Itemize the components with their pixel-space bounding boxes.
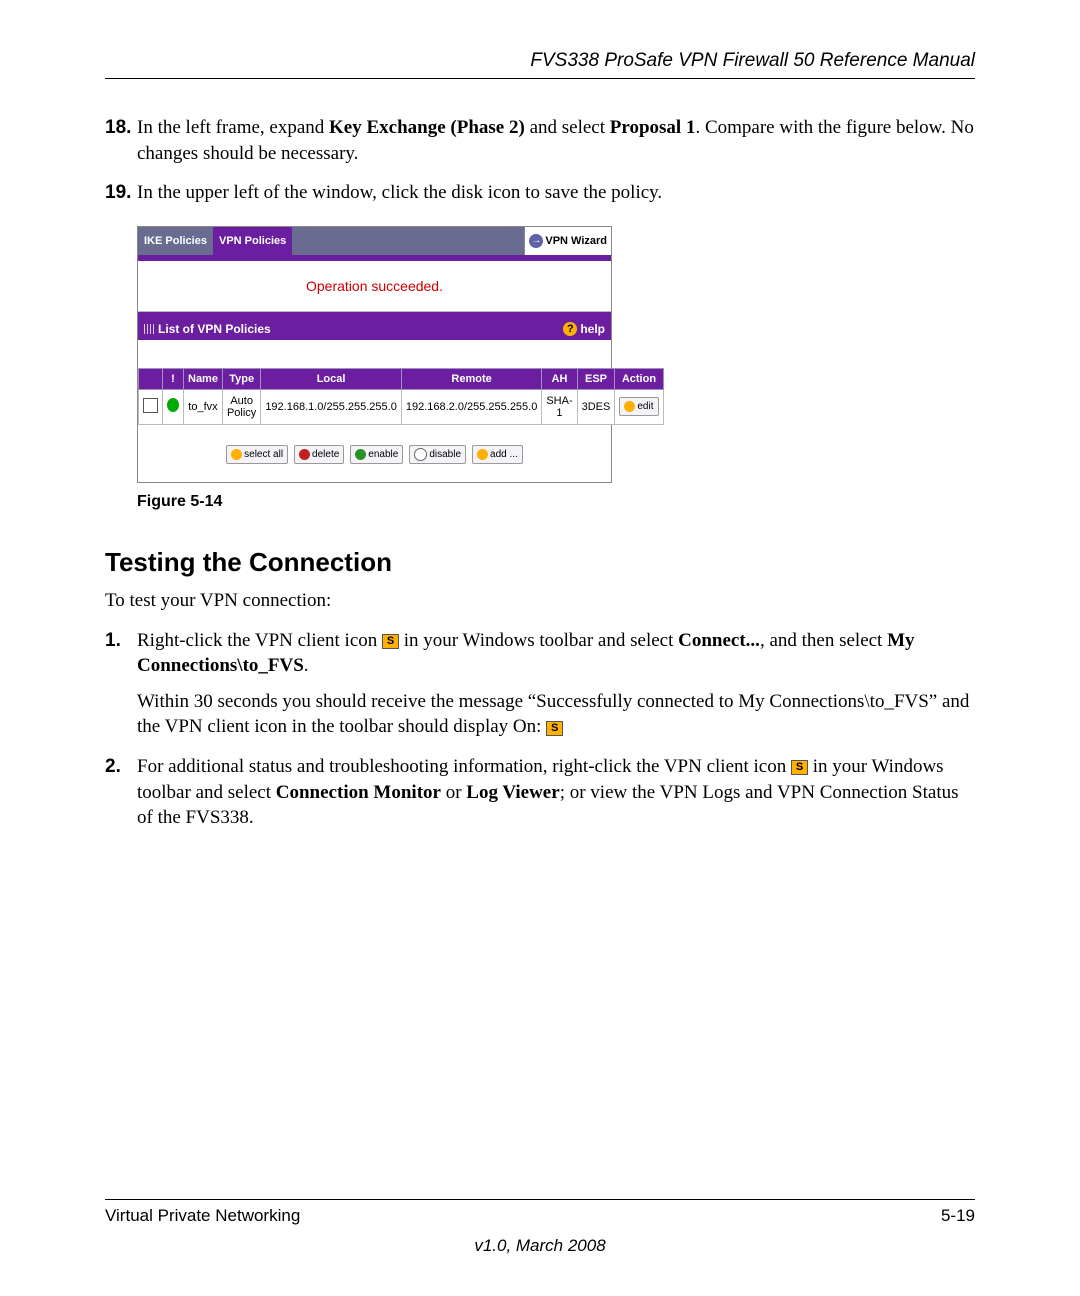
disable-button[interactable]: disable xyxy=(409,445,466,464)
tab-bar: IKE Policies VPN Policies → VPN Wizard xyxy=(138,227,611,255)
proc-1-mid2: , and then select xyxy=(760,630,887,651)
step-19-text: In the upper left of the window, click t… xyxy=(137,180,975,206)
col-action: Action xyxy=(615,368,663,389)
list-header: List of VPN Policies ? help xyxy=(138,318,611,340)
select-all-button[interactable]: select all xyxy=(226,445,288,464)
footer-left: Virtual Private Networking xyxy=(105,1206,300,1226)
proc-2-num: 2. xyxy=(105,754,137,831)
proc-1-num: 1. xyxy=(105,628,137,741)
status-bar: Operation succeeded. xyxy=(138,261,611,312)
proc-2-pre: For additional status and troubleshootin… xyxy=(137,756,791,777)
row-name: to_fvx xyxy=(184,389,223,424)
help-icon: ? xyxy=(563,322,577,336)
running-header: FVS338 ProSafe VPN Firewall 50 Reference… xyxy=(105,50,975,72)
footer-right: 5-19 xyxy=(941,1206,975,1226)
tab-ike-policies[interactable]: IKE Policies xyxy=(138,227,213,255)
col-type: Type xyxy=(222,368,260,389)
proc-2-or: or xyxy=(441,782,466,803)
edit-icon xyxy=(624,401,635,412)
figure-5-14: IKE Policies VPN Policies → VPN Wizard O… xyxy=(137,226,975,511)
wizard-icon: → xyxy=(529,234,543,248)
row-type: Auto Policy xyxy=(222,389,260,424)
step-18-text: In the left frame, expand Key Exchange (… xyxy=(137,115,975,166)
proc-1-post: . xyxy=(304,655,309,676)
vpn-wizard-label: VPN Wizard xyxy=(545,235,607,247)
edit-label: edit xyxy=(637,401,653,412)
intro-paragraph: To test your VPN connection: xyxy=(105,588,975,614)
list-title: List of VPN Policies xyxy=(158,322,271,336)
footer-rule xyxy=(105,1199,975,1200)
select-all-label: select all xyxy=(244,449,283,460)
vpn-client-on-icon: S xyxy=(546,721,563,736)
step-18-mid: and select xyxy=(525,117,610,138)
figure-caption: Figure 5-14 xyxy=(137,493,975,511)
step-18-num: 18. xyxy=(105,115,137,166)
step-18-bold2: Proposal 1 xyxy=(610,117,696,138)
vpn-client-icon: S xyxy=(382,634,399,649)
disable-label: disable xyxy=(429,449,461,460)
add-icon xyxy=(477,449,488,460)
proc-1-bold1: Connect... xyxy=(678,630,760,651)
tab-vpn-policies[interactable]: VPN Policies xyxy=(213,227,292,255)
enable-icon xyxy=(355,449,366,460)
step-18-bold1: Key Exchange (Phase 2) xyxy=(329,117,525,138)
proc-2-text: For additional status and troubleshootin… xyxy=(137,754,975,831)
delete-label: delete xyxy=(312,449,339,460)
enable-label: enable xyxy=(368,449,398,460)
col-esp: ESP xyxy=(577,368,615,389)
row-remote: 192.168.2.0/255.255.255.0 xyxy=(401,389,542,424)
delete-icon xyxy=(299,449,310,460)
col-status: ! xyxy=(163,368,184,389)
col-local: Local xyxy=(261,368,402,389)
row-checkbox[interactable] xyxy=(143,398,158,413)
row-local: 192.168.1.0/255.255.255.0 xyxy=(261,389,402,424)
proc-2-bold1: Connection Monitor xyxy=(276,782,441,803)
table-row: to_fvx Auto Policy 192.168.1.0/255.255.2… xyxy=(139,389,664,424)
proc-1-text: Right-click the VPN client icon S in you… xyxy=(137,628,975,741)
step-18-pre: In the left frame, expand xyxy=(137,117,329,138)
row-esp: 3DES xyxy=(577,389,615,424)
vpn-client-icon-2: S xyxy=(791,760,808,775)
footer-version: v1.0, March 2008 xyxy=(105,1236,975,1256)
add-label: add ... xyxy=(490,449,518,460)
row-ah: SHA-1 xyxy=(542,389,577,424)
proc-1-pre: Right-click the VPN client icon xyxy=(137,630,382,651)
edit-button[interactable]: edit xyxy=(619,397,658,416)
enable-button[interactable]: enable xyxy=(350,445,403,464)
status-enabled-icon xyxy=(167,398,179,412)
proc-1-mid1: in your Windows toolbar and select xyxy=(399,630,678,651)
col-ah: AH xyxy=(542,368,577,389)
col-remote: Remote xyxy=(401,368,542,389)
help-label: help xyxy=(580,322,605,336)
vpn-policies-screenshot: IKE Policies VPN Policies → VPN Wizard O… xyxy=(137,226,612,483)
status-message: Operation succeeded. xyxy=(306,278,443,294)
col-name: Name xyxy=(184,368,223,389)
proc-2-bold2: Log Viewer xyxy=(466,782,559,803)
add-button[interactable]: add ... xyxy=(472,445,523,464)
button-bar: select all delete enable disable add ... xyxy=(138,425,611,482)
vpn-wizard-link[interactable]: → VPN Wizard xyxy=(524,227,611,255)
list-icon xyxy=(144,324,154,334)
delete-button[interactable]: delete xyxy=(294,445,344,464)
help-link[interactable]: ? help xyxy=(563,322,605,336)
step-19-num: 19. xyxy=(105,180,137,206)
disable-icon xyxy=(414,448,427,461)
section-heading: Testing the Connection xyxy=(105,547,975,578)
select-all-icon xyxy=(231,449,242,460)
header-rule xyxy=(105,78,975,79)
vpn-policies-table: ! Name Type Local Remote AH ESP Action t… xyxy=(138,368,664,425)
